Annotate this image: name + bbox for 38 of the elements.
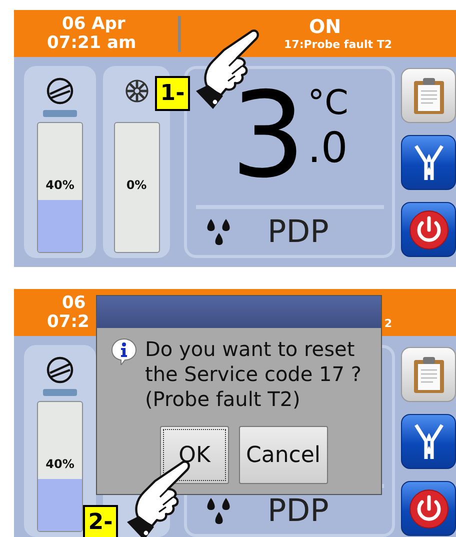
fan-icon <box>124 78 150 104</box>
compressor-icon <box>46 77 74 105</box>
compressor-icon <box>46 356 74 384</box>
readout-label: PDP <box>268 216 329 248</box>
dialog-message: Do you want to reset the Service code 17 ? (Probe fault T2) <box>145 337 362 412</box>
date-text: 06 Apr <box>62 14 126 34</box>
clipboard-icon <box>412 356 444 394</box>
decimal-value: .0 <box>308 125 348 171</box>
info-icon <box>110 337 138 365</box>
drops-icon <box>206 497 232 526</box>
power-button[interactable] <box>401 202 456 257</box>
fault-text: 17:Probe fault T2 <box>284 38 392 52</box>
level-reading: 0% <box>125 178 148 192</box>
step-label: 2- <box>83 505 118 537</box>
drain-icon <box>412 144 444 182</box>
date-text: 06 <box>62 294 86 312</box>
log-button[interactable] <box>401 347 456 402</box>
power-button[interactable] <box>401 481 456 536</box>
log-button[interactable] <box>401 68 456 123</box>
drain-icon <box>412 422 444 460</box>
level-reading: 40% <box>44 457 76 471</box>
unit-text: °C <box>308 83 348 123</box>
cancel-button[interactable]: Cancel <box>239 426 328 484</box>
status-text: ON <box>308 16 342 38</box>
time-text: 07:2 <box>47 312 90 332</box>
temperature-value: 3 <box>230 73 306 197</box>
power-icon <box>408 210 448 250</box>
fault-text: 2 <box>384 316 392 330</box>
drain-button[interactable] <box>401 414 456 469</box>
drain-button[interactable] <box>401 135 456 190</box>
step-label: 1- <box>155 76 190 111</box>
drops-icon <box>206 218 232 246</box>
level-reading: 40% <box>44 178 76 192</box>
power-icon <box>408 488 448 528</box>
time-text: 07:21 am <box>47 34 136 52</box>
clipboard-icon <box>412 76 444 114</box>
readout-label: PDP <box>268 496 329 527</box>
ok-button[interactable]: OK <box>160 426 229 484</box>
